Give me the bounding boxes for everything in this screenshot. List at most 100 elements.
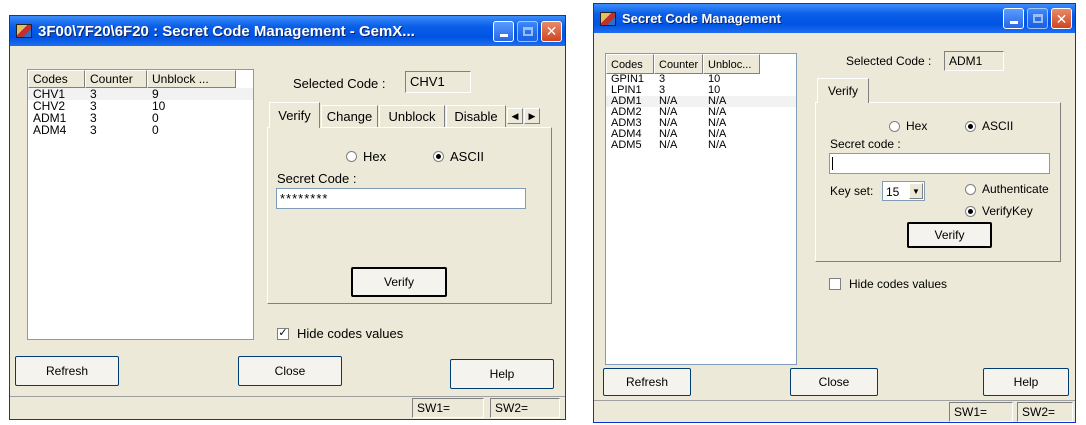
close-window-button[interactable]: ✕ xyxy=(541,20,562,42)
col-header-unblock[interactable]: Unblock ... xyxy=(147,70,236,88)
status-sw1: SW1= xyxy=(412,398,484,418)
radio-authenticate-label: Authenticate xyxy=(982,182,1049,196)
maximize-button[interactable] xyxy=(517,20,538,42)
radio-authenticate[interactable]: Authenticate xyxy=(965,182,1049,196)
tab-verify[interactable]: Verify xyxy=(817,78,869,103)
status-sw2: SW2= xyxy=(1017,402,1073,422)
col-header-codes[interactable]: Codes xyxy=(606,54,654,74)
hide-codes-checkbox[interactable]: Hide codes values xyxy=(829,277,947,291)
radio-hex[interactable]: Hex xyxy=(889,119,927,133)
col-header-unblock[interactable]: Unbloc... xyxy=(703,54,760,74)
right-codes-list[interactable]: Codes Counter Unbloc... GPIN1 3 10 LPIN1… xyxy=(605,53,797,365)
secret-code-input[interactable] xyxy=(829,153,1050,174)
close-icon: ✕ xyxy=(545,23,558,39)
minimize-button[interactable] xyxy=(493,20,514,42)
tab-unblock[interactable]: Unblock xyxy=(379,105,445,127)
radio-ascii-label: ASCII xyxy=(982,119,1014,133)
hide-codes-label: Hide codes values xyxy=(849,277,948,291)
close-button[interactable]: Close xyxy=(790,368,878,396)
radio-hex[interactable]: Hex xyxy=(346,149,386,164)
radio-ascii-indicator xyxy=(433,151,444,162)
radio-authenticate-indicator xyxy=(965,183,976,195)
list-header: Codes Counter Unblock ... xyxy=(28,70,253,88)
selected-code-label: Selected Code : xyxy=(846,54,932,68)
radio-hex-label: Hex xyxy=(906,119,928,133)
col-header-counter[interactable]: Counter xyxy=(85,70,147,88)
radio-verifykey[interactable]: VerifyKey xyxy=(965,204,1033,218)
radio-verifykey-indicator xyxy=(965,205,976,217)
keyset-value: 15 xyxy=(886,185,900,199)
right-window-title: Secret Code Management xyxy=(622,11,781,26)
radio-ascii-indicator xyxy=(965,120,976,132)
verify-button[interactable]: Verify xyxy=(907,222,992,248)
radio-hex-label: Hex xyxy=(363,149,387,164)
maximize-button[interactable] xyxy=(1027,8,1048,29)
secret-code-label: Secret code : xyxy=(830,137,901,151)
cell-code: ADM5 xyxy=(611,139,642,151)
cell-unblock: 0 xyxy=(152,123,159,137)
secret-code-label: Secret Code : xyxy=(277,171,357,186)
secret-code-input[interactable]: ******** xyxy=(276,188,526,209)
tab-change[interactable]: Change xyxy=(321,105,378,127)
refresh-button[interactable]: Refresh xyxy=(15,356,119,386)
close-button[interactable]: Close xyxy=(238,356,342,386)
radio-ascii[interactable]: ASCII xyxy=(965,119,1013,133)
refresh-button[interactable]: Refresh xyxy=(603,368,691,396)
keyset-label: Key set: xyxy=(830,184,874,198)
status-sw1: SW1= xyxy=(949,402,1013,422)
status-sw2: SW2= xyxy=(490,398,560,418)
col-header-counter[interactable]: Counter xyxy=(654,54,703,74)
arrow-left-icon: ◀ xyxy=(511,110,519,121)
selected-code-value: CHV1 xyxy=(405,71,471,93)
text-cursor xyxy=(832,157,833,170)
hide-codes-check-indicator xyxy=(829,278,841,290)
tab-scroll-right-button[interactable]: ▶ xyxy=(524,108,540,124)
minimize-icon xyxy=(499,33,508,37)
cell-counter: 3 xyxy=(90,123,97,137)
secret-code-value: ******** xyxy=(280,191,329,206)
close-window-button[interactable]: ✕ xyxy=(1051,8,1072,29)
table-row[interactable]: ADM4 3 0 xyxy=(28,124,253,136)
radio-ascii[interactable]: ASCII xyxy=(433,149,484,164)
hide-codes-checkbox[interactable]: ✓ Hide codes values xyxy=(277,326,403,341)
radio-ascii-label: ASCII xyxy=(450,149,484,164)
cell-counter: N/A xyxy=(659,139,678,151)
cell-unblock: N/A xyxy=(708,139,727,151)
verify-button[interactable]: Verify xyxy=(351,267,447,297)
tab-disable[interactable]: Disable xyxy=(446,105,506,127)
tab-verify[interactable]: Verify xyxy=(269,102,320,128)
left-window-title: 3F00\7F20\6F20 : Secret Code Management … xyxy=(38,22,415,40)
arrow-right-icon: ▶ xyxy=(528,110,536,121)
radio-hex-indicator xyxy=(889,120,900,132)
cell-code: ADM4 xyxy=(33,123,67,137)
maximize-icon xyxy=(522,26,533,36)
minimize-icon xyxy=(1009,21,1018,24)
left-codes-list[interactable]: Codes Counter Unblock ... CHV1 3 9 CHV2 … xyxy=(27,69,254,340)
cell-unblock: 10 xyxy=(152,99,166,113)
app-icon xyxy=(16,24,32,38)
radio-hex-indicator xyxy=(346,151,357,162)
right-window: Secret Code Management ✕ Codes Counter U… xyxy=(593,3,1076,423)
col-header-codes[interactable]: Codes xyxy=(28,70,85,88)
right-title-bar[interactable]: Secret Code Management ✕ xyxy=(594,4,1075,33)
list-header: Codes Counter Unbloc... xyxy=(606,54,796,74)
tab-scroll-left-button[interactable]: ◀ xyxy=(507,108,523,124)
maximize-icon xyxy=(1032,14,1043,23)
status-bar: SW1= SW2= xyxy=(10,396,565,419)
table-row[interactable]: ADM5 N/A N/A xyxy=(606,140,796,151)
app-icon xyxy=(600,11,616,26)
radio-verifykey-label: VerifyKey xyxy=(982,204,1033,218)
left-title-bar[interactable]: 3F00\7F20\6F20 : Secret Code Management … xyxy=(10,16,565,46)
keyset-select[interactable]: 15 ▼ xyxy=(882,181,925,201)
hide-codes-label: Hide codes values xyxy=(297,326,404,341)
cell-unblock: 0 xyxy=(152,111,159,125)
close-icon: ✕ xyxy=(1055,10,1068,27)
status-bar: SW1= SW2= xyxy=(594,400,1075,422)
chevron-down-icon[interactable]: ▼ xyxy=(909,183,923,199)
help-button[interactable]: Help xyxy=(983,368,1069,396)
hide-codes-check-indicator: ✓ xyxy=(277,327,289,340)
minimize-button[interactable] xyxy=(1003,8,1024,29)
left-window: 3F00\7F20\6F20 : Secret Code Management … xyxy=(9,15,566,420)
selected-code-label: Selected Code : xyxy=(293,76,386,91)
help-button[interactable]: Help xyxy=(450,359,554,389)
